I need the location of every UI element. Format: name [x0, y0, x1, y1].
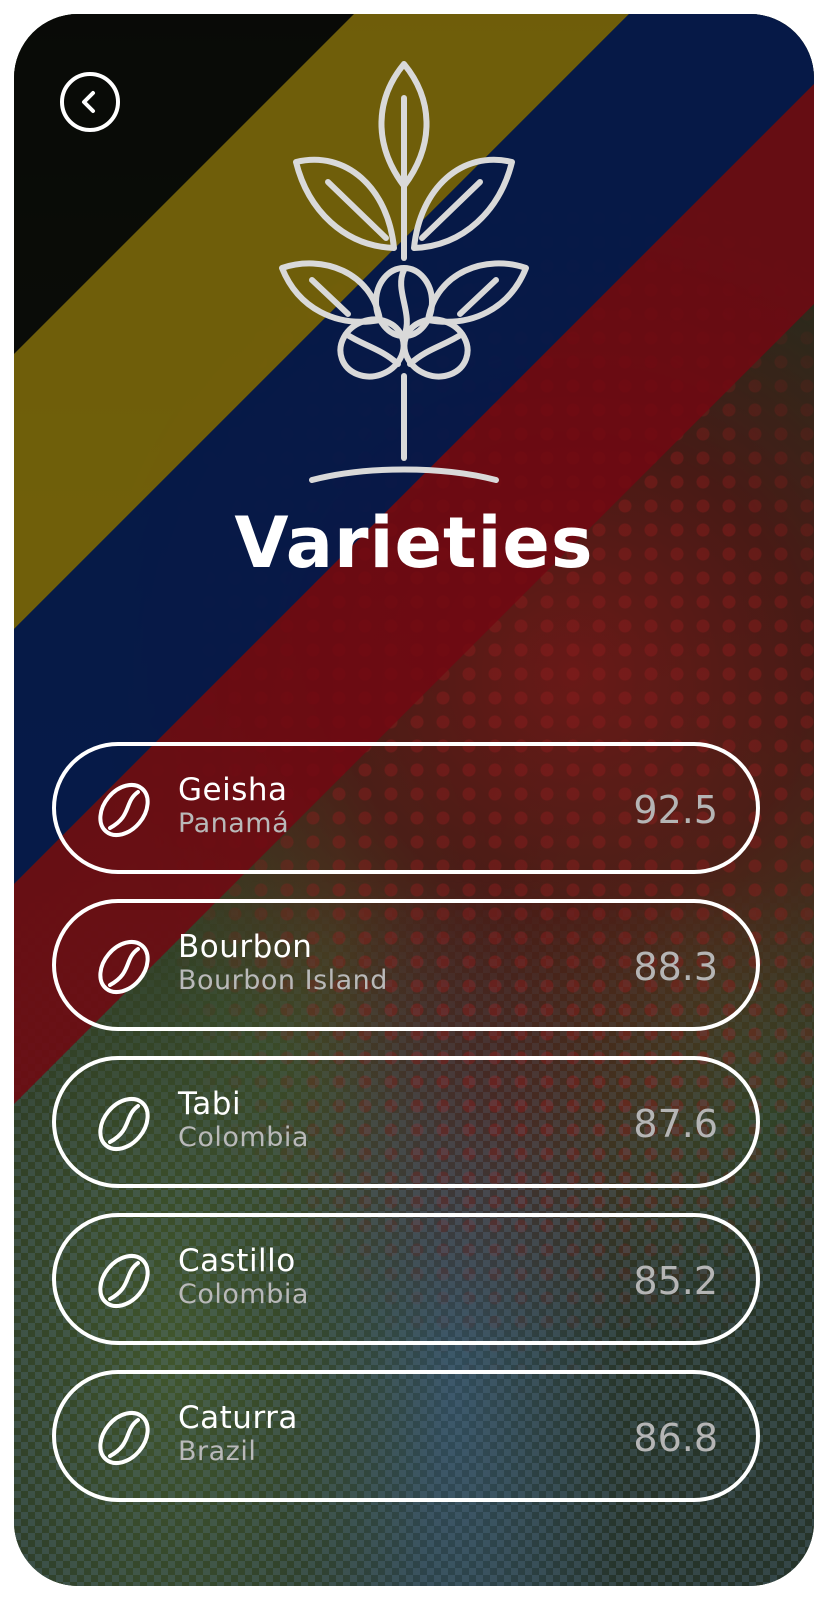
variety-text: Castillo Colombia — [178, 1243, 309, 1311]
variety-text: Geisha Panamá — [178, 772, 289, 840]
page-title: Varieties — [234, 502, 594, 584]
coffee-bean-icon — [98, 1253, 150, 1309]
variety-list: Geisha Panamá 92.5 Bourbon Bourbon Islan… — [52, 742, 760, 1527]
variety-name: Caturra — [178, 1400, 298, 1436]
variety-origin: Bourbon Island — [178, 965, 388, 996]
app-screen: Varieties Geisha Panamá 92.5 Bourbon Bou… — [14, 14, 814, 1586]
coffee-bean-icon — [98, 1410, 150, 1466]
variety-score: 85.2 — [633, 1259, 718, 1303]
variety-name: Geisha — [178, 772, 288, 808]
variety-item-tabi[interactable]: Tabi Colombia 87.6 — [52, 1056, 760, 1188]
variety-text: Bourbon Bourbon Island — [178, 929, 388, 997]
variety-origin: Brazil — [178, 1436, 257, 1467]
coffee-bean-icon — [98, 782, 150, 838]
coffee-plant-icon — [279, 61, 529, 483]
variety-name: Bourbon — [178, 929, 313, 965]
variety-item-geisha[interactable]: Geisha Panamá 92.5 — [52, 742, 760, 874]
coffee-bean-icon — [98, 1096, 150, 1152]
variety-text: Caturra Brazil — [178, 1400, 298, 1468]
coffee-bean-icon — [98, 939, 150, 995]
variety-score: 92.5 — [633, 788, 718, 832]
variety-item-bourbon[interactable]: Bourbon Bourbon Island 88.3 — [52, 899, 760, 1031]
variety-origin: Panamá — [178, 808, 290, 839]
variety-item-caturra[interactable]: Caturra Brazil 86.8 — [52, 1370, 760, 1502]
variety-name: Castillo — [178, 1243, 296, 1279]
back-button[interactable] — [60, 72, 120, 132]
variety-score: 86.8 — [633, 1416, 718, 1460]
chevron-left-icon — [82, 91, 95, 113]
variety-origin: Colombia — [178, 1279, 309, 1310]
variety-score: 88.3 — [633, 945, 718, 989]
variety-item-castillo[interactable]: Castillo Colombia 85.2 — [52, 1213, 760, 1345]
variety-name: Tabi — [178, 1086, 242, 1122]
variety-origin: Colombia — [178, 1122, 309, 1153]
variety-text: Tabi Colombia — [178, 1086, 309, 1154]
variety-score: 87.6 — [633, 1102, 718, 1146]
